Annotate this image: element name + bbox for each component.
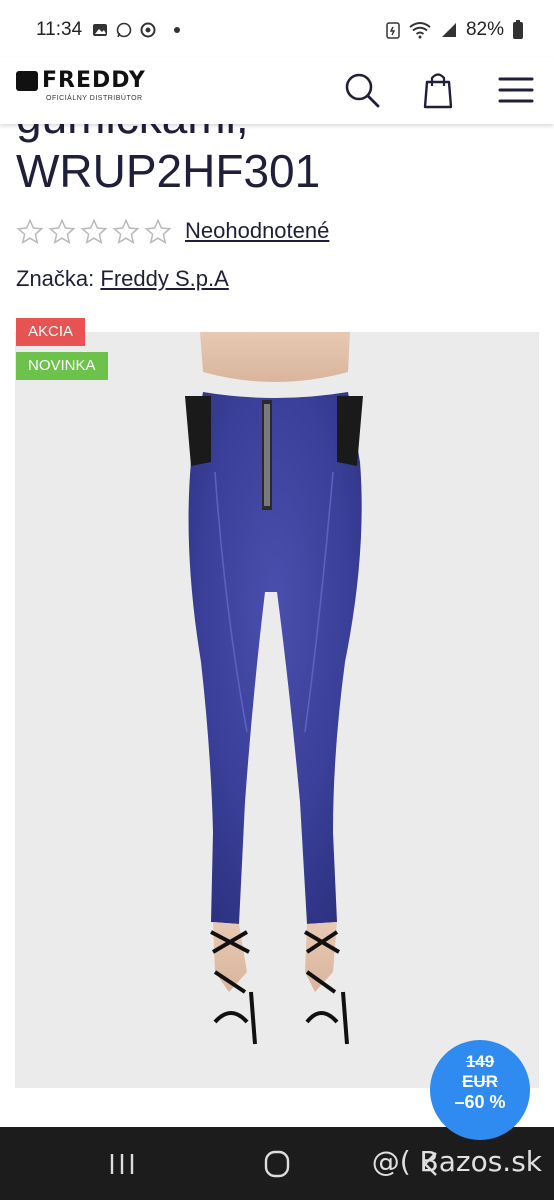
star-empty-icon[interactable] bbox=[112, 218, 140, 246]
discount-percent: –60 % bbox=[454, 1092, 506, 1112]
battery-percent: 82% bbox=[465, 19, 504, 40]
rating-stars[interactable] bbox=[16, 218, 172, 246]
sale-badge: AKCIA bbox=[16, 318, 86, 346]
star-empty-icon[interactable] bbox=[80, 218, 108, 246]
signal-icon bbox=[441, 23, 456, 37]
old-price: 149 EUR bbox=[462, 1052, 498, 1091]
recent-apps-icon[interactable] bbox=[102, 1149, 142, 1179]
hamburger-menu-icon[interactable] bbox=[492, 66, 540, 114]
jeans-model-illustration bbox=[15, 332, 539, 1088]
brand-link[interactable]: Freddy S.p.A bbox=[100, 266, 228, 291]
logo-text: FREDDY bbox=[42, 68, 146, 93]
new-badge: NOVINKA bbox=[16, 352, 108, 380]
status-time: 11:34 bbox=[36, 19, 83, 40]
status-right: 82% bbox=[386, 19, 524, 41]
star-empty-icon[interactable] bbox=[144, 218, 172, 246]
notification-icons bbox=[92, 22, 180, 38]
brand-label: Značka: bbox=[16, 266, 95, 291]
home-icon[interactable] bbox=[257, 1149, 297, 1179]
shopping-bag-icon[interactable] bbox=[414, 66, 462, 114]
battery-icon bbox=[513, 20, 523, 39]
star-empty-icon[interactable] bbox=[16, 218, 44, 246]
product-title-line-partial: gumičkami, bbox=[16, 124, 249, 144]
status-bar: 11:34 82% bbox=[0, 0, 554, 58]
whatsapp-icon bbox=[116, 22, 132, 38]
star-empty-icon[interactable] bbox=[48, 218, 76, 246]
rating-link[interactable]: Neohodnotené bbox=[185, 218, 329, 244]
more-notifications-dot bbox=[174, 27, 180, 33]
product-image[interactable] bbox=[15, 332, 539, 1088]
product-title-code: WRUP2HF301 bbox=[16, 145, 321, 197]
logo-mark-icon bbox=[16, 71, 38, 91]
brand-row: Značka: Freddy S.p.A bbox=[16, 266, 229, 292]
bazos-watermark: @( Bazos.sk bbox=[371, 1145, 542, 1178]
gallery-icon bbox=[93, 24, 107, 36]
wifi-icon bbox=[409, 22, 431, 39]
chrome-icon bbox=[140, 22, 156, 38]
logo-subtitle: OFICIÁLNY DISTRIBÚTOR bbox=[46, 95, 143, 102]
discount-bubble: 149 EUR –60 % bbox=[430, 1040, 530, 1140]
freddy-logo[interactable]: FREDDY OFICIÁLNY DISTRIBÚTOR bbox=[16, 68, 166, 112]
site-header: FREDDY OFICIÁLNY DISTRIBÚTOR bbox=[0, 58, 554, 124]
battery-saver-icon bbox=[386, 22, 400, 39]
search-icon[interactable] bbox=[338, 66, 386, 114]
